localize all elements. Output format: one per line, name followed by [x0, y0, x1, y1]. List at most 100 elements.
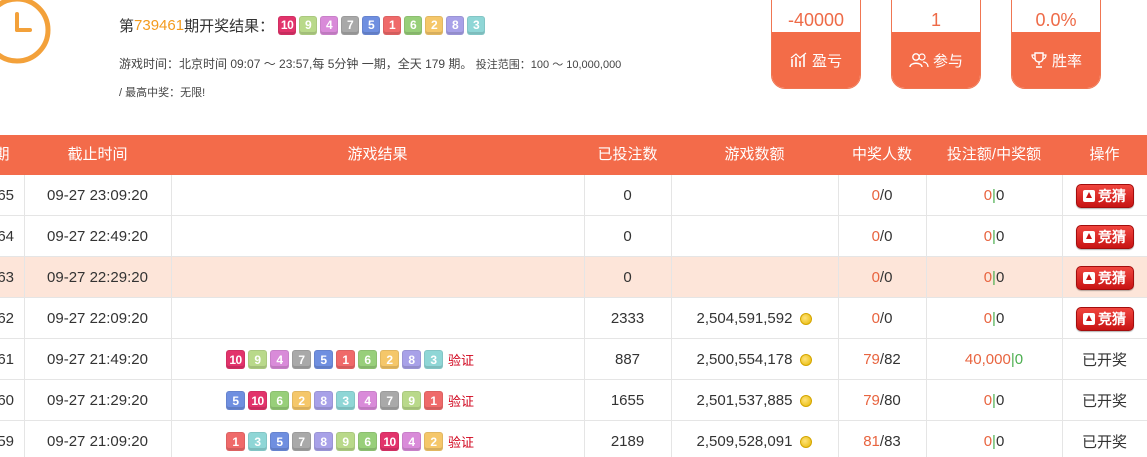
guess-button[interactable]: 竞猜	[1075, 265, 1134, 290]
deadline-text: 09-27 22:49:20	[47, 228, 148, 245]
period-text: 59	[0, 433, 14, 450]
result-ball: 2	[424, 432, 443, 451]
result-ball: 5	[362, 15, 381, 35]
amount-text: 2,504,591,592	[696, 310, 793, 327]
cell-action[interactable]: 竞猜	[1062, 298, 1147, 339]
cell-result: 1 3 5 7 8 9 6 10 4 2 验证	[171, 421, 584, 457]
results-table: 期 截止时间 游戏结果 已投注数 游戏数额 中奖人数 投注额/中奖额 操作 65…	[0, 135, 1147, 457]
deadline-text: 09-27 21:29:20	[47, 392, 148, 409]
bets-text: 0	[623, 228, 632, 245]
table-row: 60 09-27 21:29:20 5 10 6 2 8 3 4 7 9 1 验证 1655 2,501,5…	[0, 380, 1147, 421]
winners-count: 0	[871, 187, 880, 204]
period-text: 62	[0, 310, 14, 327]
cell-bets: 0	[584, 216, 671, 257]
verify-link[interactable]: 验证	[448, 432, 474, 451]
result-ball: 8	[446, 15, 465, 35]
cell-period: 63	[0, 257, 24, 298]
cell-action[interactable]: 竞猜	[1062, 257, 1147, 298]
win-amount: 0	[995, 228, 1005, 245]
cell-action: 已开奖	[1062, 380, 1147, 421]
cell-deadline: 09-27 22:29:20	[24, 257, 171, 298]
table-header: 期 截止时间 游戏结果 已投注数 游戏数额 中奖人数 投注额/中奖额 操作	[0, 135, 1147, 175]
amount-text: 2,501,537,885	[696, 392, 793, 409]
guess-button[interactable]: 竞猜	[1075, 306, 1134, 331]
period-number: 739461	[134, 16, 185, 34]
stat-winrate-label: 胜率	[1051, 52, 1082, 70]
cell-period: 59	[0, 421, 24, 457]
winners-count: 79	[863, 392, 880, 409]
cell-bets: 2189	[584, 421, 671, 457]
game-time-info: 游戏时间：北京时间 09:07 ～ 23:57,每 5分钟 一期，全天 179 …	[119, 55, 621, 72]
col-period: 期	[0, 146, 10, 163]
result-ball: 9	[248, 350, 267, 369]
users-icon	[909, 53, 929, 68]
result-ball: 5	[314, 350, 333, 369]
verify-link[interactable]: 验证	[448, 391, 474, 410]
result-ball: 4	[402, 432, 421, 451]
cell-period: 60	[0, 380, 24, 421]
title-prefix: 第	[119, 17, 135, 35]
cell-period: 65	[0, 175, 24, 216]
verify-link[interactable]: 验证	[448, 350, 474, 369]
win-amount: 0	[995, 187, 1005, 204]
cell-action[interactable]: 竞猜	[1062, 216, 1147, 257]
guess-button[interactable]: 竞猜	[1075, 224, 1134, 249]
result-ball: 2	[425, 15, 444, 35]
cell-bet-win: 0 | 0	[926, 421, 1062, 457]
cell-winners: 0/0	[838, 216, 926, 257]
stat-winrate[interactable]: 0.0% 胜率	[1011, 0, 1101, 89]
winners-total: 0	[884, 187, 893, 204]
cell-bet-win: 0 | 0	[926, 257, 1062, 298]
result-ball: 1	[424, 391, 443, 410]
cell-amount	[671, 216, 838, 257]
cell-amount	[671, 175, 838, 216]
result-ball: 7	[292, 350, 311, 369]
opened-status: 已开奖	[1081, 352, 1127, 369]
cell-winners: 0/0	[838, 257, 926, 298]
result-ball: 6	[358, 432, 377, 451]
coin-icon	[800, 435, 813, 448]
cell-winners: 79/80	[838, 380, 926, 421]
cell-result: 10 9 4 7 5 1 6 2 8 3 验证	[171, 339, 584, 380]
bet-amount: 40,000	[964, 351, 1011, 368]
bets-text: 887	[614, 351, 641, 368]
winners-count: 81	[863, 433, 880, 450]
latest-result-line: 第 739461 期开奖结果： 10 9 4 7 5 1 6 2 8 3	[119, 13, 488, 37]
result-ball: 4	[320, 15, 339, 35]
period-text: 61	[0, 351, 14, 368]
coin-icon	[800, 353, 813, 366]
trophy-icon	[1031, 52, 1047, 68]
stat-profit-label: 盈亏	[811, 52, 842, 70]
result-ball: 1	[383, 15, 402, 35]
result-ball: 9	[402, 391, 421, 410]
result-ball: 9	[299, 15, 318, 35]
deadline-text: 09-27 22:29:20	[47, 269, 148, 286]
table-body: 65 09-27 23:09:20 0 0/0 0 | 0 竞猜 64 09-27 22:49:2…	[0, 175, 1147, 457]
result-ball: 7	[341, 15, 360, 35]
cell-result	[171, 298, 584, 339]
result-ball: 3	[336, 391, 355, 410]
result-ball: 2	[292, 391, 311, 410]
winners-count: 0	[871, 310, 880, 327]
cell-action[interactable]: 竞猜	[1062, 175, 1147, 216]
cell-amount: 2,501,537,885	[671, 380, 838, 421]
bets-text: 0	[623, 269, 632, 286]
result-ball: 4	[358, 391, 377, 410]
upload-icon	[1083, 230, 1095, 243]
guess-label: 竞猜	[1098, 228, 1126, 245]
stat-profit[interactable]: -40000 盈亏	[771, 0, 861, 89]
table-row: 61 09-27 21:49:20 10 9 4 7 5 1 6 2 8 3 验证 887 2,500,55…	[0, 339, 1147, 380]
cell-action: 已开奖	[1062, 421, 1147, 457]
winners-total: 83	[884, 433, 901, 450]
stat-participate-value: 1	[930, 10, 941, 30]
bets-text: 2189	[610, 433, 645, 450]
stat-participate[interactable]: 1 参与	[891, 0, 981, 89]
winners-total: 0	[884, 310, 893, 327]
result-ball: 2	[380, 350, 399, 369]
guess-button[interactable]: 竞猜	[1075, 183, 1134, 208]
cell-deadline: 09-27 21:49:20	[24, 339, 171, 380]
cell-amount: 2,509,528,091	[671, 421, 838, 457]
guess-label: 竞猜	[1098, 269, 1126, 286]
result-ball: 8	[402, 350, 421, 369]
bet-amount: 0	[983, 187, 993, 204]
